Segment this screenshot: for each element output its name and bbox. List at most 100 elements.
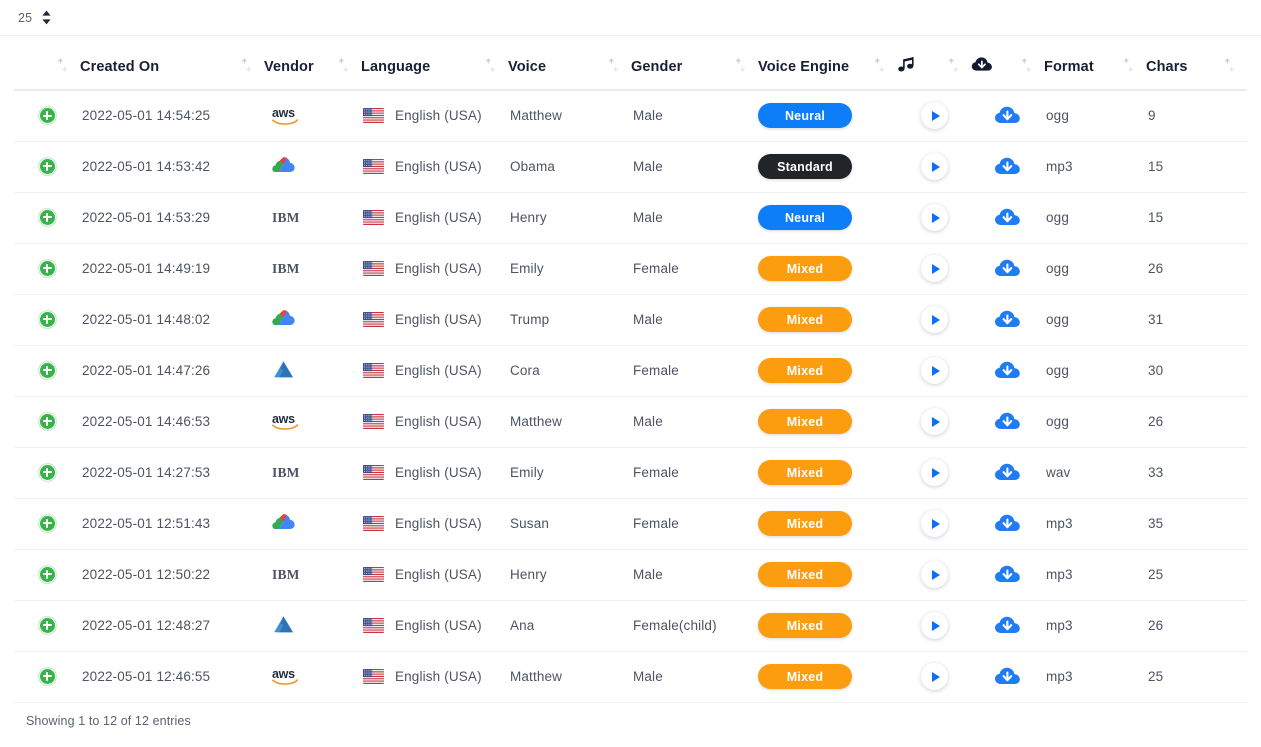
cell-expand[interactable] [14,498,80,549]
plus-circle-icon[interactable] [38,157,57,176]
column-header-voice-engine[interactable]: Voice Engine [758,44,897,90]
download-button[interactable] [994,156,1021,177]
cell-play[interactable] [897,651,971,702]
expand-row-button[interactable] [14,208,80,227]
cell-play[interactable] [897,141,971,192]
play-button[interactable] [921,408,948,435]
table-row[interactable]: 2022-05-01 14:27:53 IBM English (USA) Em… [14,447,1247,498]
column-header-expand[interactable] [14,44,80,90]
cell-expand[interactable] [14,243,80,294]
download-button[interactable] [994,207,1021,228]
cell-play[interactable] [897,549,971,600]
cell-download[interactable] [971,396,1044,447]
cell-download[interactable] [971,90,1044,141]
plus-circle-icon[interactable] [38,106,57,125]
cell-download[interactable] [971,243,1044,294]
plus-circle-icon[interactable] [38,208,57,227]
table-row[interactable]: 2022-05-01 12:51:43 English (USA) Susan … [14,498,1247,549]
column-header-format[interactable]: Format [1044,44,1146,90]
expand-row-button[interactable] [14,157,80,176]
cell-play[interactable] [897,447,971,498]
cell-expand[interactable] [14,651,80,702]
sort-arrows-icon[interactable] [948,58,959,76]
play-button[interactable] [921,102,948,129]
sort-arrows-icon[interactable] [241,58,252,76]
expand-row-button[interactable] [14,565,80,584]
cell-play[interactable] [897,498,971,549]
expand-row-button[interactable] [14,514,80,533]
column-header-gender[interactable]: Gender [631,44,758,90]
plus-circle-icon[interactable] [38,514,57,533]
plus-circle-icon[interactable] [38,565,57,584]
download-button[interactable] [994,360,1021,381]
cell-expand[interactable] [14,600,80,651]
download-button[interactable] [994,411,1021,432]
play-button[interactable] [921,306,948,333]
page-length-select[interactable]: 25 [18,10,52,25]
sort-arrows-icon[interactable] [338,58,349,76]
play-button[interactable] [921,663,948,690]
expand-row-button[interactable] [14,259,80,278]
sort-arrows-icon[interactable] [57,58,68,76]
expand-row-button[interactable] [14,310,80,329]
play-button[interactable] [921,204,948,231]
play-button[interactable] [921,612,948,639]
table-row[interactable]: 2022-05-01 14:48:02 English (USA) Trump … [14,294,1247,345]
cell-play[interactable] [897,396,971,447]
play-button[interactable] [921,561,948,588]
plus-circle-icon[interactable] [38,463,57,482]
table-row[interactable]: 2022-05-01 12:46:55 aws English (USA) Ma… [14,651,1247,702]
table-row[interactable]: 2022-05-01 12:48:27 English (USA) Ana Fe… [14,600,1247,651]
play-button[interactable] [921,459,948,486]
cell-expand[interactable] [14,294,80,345]
cell-expand[interactable] [14,345,80,396]
table-row[interactable]: 2022-05-01 14:54:25 aws English (USA) Ma… [14,90,1247,141]
sort-arrows-icon[interactable] [1021,58,1032,76]
play-button[interactable] [921,153,948,180]
cell-expand[interactable] [14,447,80,498]
cell-expand[interactable] [14,90,80,141]
table-row[interactable]: 2022-05-01 14:46:53 aws English (USA) Ma… [14,396,1247,447]
cell-download[interactable] [971,498,1044,549]
cell-download[interactable] [971,192,1044,243]
cell-download[interactable] [971,345,1044,396]
column-header-voice[interactable]: Voice [508,44,631,90]
cell-play[interactable] [897,345,971,396]
plus-circle-icon[interactable] [38,616,57,635]
cell-play[interactable] [897,192,971,243]
column-header-download[interactable] [971,44,1044,90]
plus-circle-icon[interactable] [38,259,57,278]
download-button[interactable] [994,105,1021,126]
cell-expand[interactable] [14,141,80,192]
plus-circle-icon[interactable] [38,667,57,686]
download-button[interactable] [994,564,1021,585]
expand-row-button[interactable] [14,667,80,686]
table-row[interactable]: 2022-05-01 14:47:26 English (USA) Cora F… [14,345,1247,396]
play-button[interactable] [921,255,948,282]
sort-arrows-icon[interactable] [735,58,746,76]
sort-arrows-icon[interactable] [608,58,619,76]
expand-row-button[interactable] [14,106,80,125]
expand-row-button[interactable] [14,361,80,380]
download-button[interactable] [994,513,1021,534]
table-row[interactable]: 2022-05-01 12:50:22 IBM English (USA) He… [14,549,1247,600]
expand-row-button[interactable] [14,616,80,635]
sort-arrows-icon[interactable] [1123,58,1134,76]
download-button[interactable] [994,615,1021,636]
cell-play[interactable] [897,90,971,141]
download-button[interactable] [994,666,1021,687]
column-header-play[interactable] [897,44,971,90]
plus-circle-icon[interactable] [38,412,57,431]
cell-download[interactable] [971,651,1044,702]
cell-download[interactable] [971,600,1044,651]
cell-play[interactable] [897,294,971,345]
cell-download[interactable] [971,447,1044,498]
cell-download[interactable] [971,141,1044,192]
column-header-language[interactable]: Language [361,44,508,90]
download-button[interactable] [994,258,1021,279]
column-header-chars[interactable]: Chars [1146,44,1247,90]
play-button[interactable] [921,357,948,384]
table-row[interactable]: 2022-05-01 14:53:29 IBM English (USA) He… [14,192,1247,243]
expand-row-button[interactable] [14,463,80,482]
expand-row-button[interactable] [14,412,80,431]
